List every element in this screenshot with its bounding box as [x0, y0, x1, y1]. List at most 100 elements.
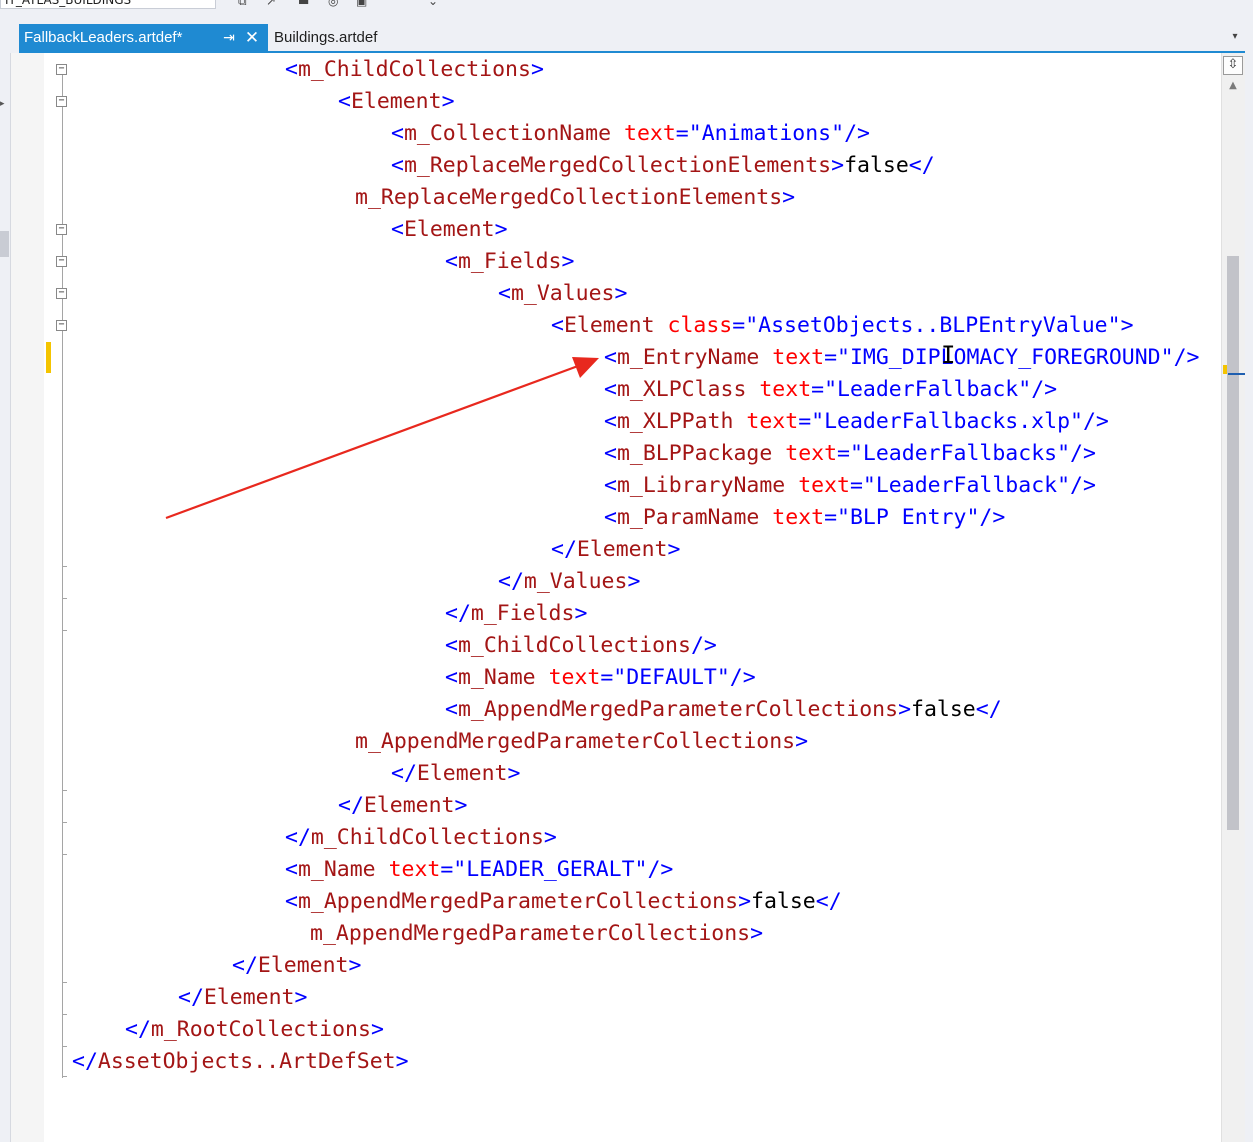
- code-line[interactable]: <m_Name text="DEFAULT"/>: [445, 662, 756, 694]
- code-line[interactable]: </Element>: [391, 758, 520, 790]
- code-line[interactable]: m_ReplaceMergedCollectionElements>: [355, 182, 795, 214]
- code-line[interactable]: <m_AppendMergedParameterCollections>fals…: [445, 694, 1002, 726]
- code-line[interactable]: </Element>: [338, 790, 467, 822]
- code-line[interactable]: <m_XLPPath text="LeaderFallbacks.xlp"/>: [604, 406, 1109, 438]
- save-icon[interactable]: ▬: [298, 0, 312, 7]
- code-token: ">: [1107, 313, 1134, 338]
- code-line[interactable]: <Element>: [391, 214, 508, 246]
- code-token: "/>: [966, 505, 1006, 530]
- code-line[interactable]: </Element>: [232, 950, 361, 982]
- code-token: false: [751, 889, 816, 914]
- code-token: m_ChildCollections: [297, 57, 531, 82]
- outline-end-tick: [62, 854, 67, 855]
- code-line[interactable]: <m_EntryName text="IMG_DIPLOMACY_FOREGRO…: [604, 342, 1199, 374]
- code-token: </: [72, 1049, 98, 1074]
- code-line[interactable]: </Element>: [178, 982, 307, 1014]
- code-token: Element: [363, 793, 455, 818]
- collapse-toggle-icon[interactable]: −: [56, 256, 67, 267]
- code-token: >: [574, 601, 588, 626]
- collapse-toggle-icon[interactable]: −: [56, 96, 67, 107]
- code-token: Element: [403, 217, 495, 242]
- code-token: Element: [576, 537, 668, 562]
- code-token: =": [600, 665, 627, 690]
- code-line[interactable]: <m_ChildCollections>: [285, 54, 544, 86]
- code-line[interactable]: </AssetObjects..ArtDefSet>: [72, 1046, 409, 1078]
- tab-buildings-artdef[interactable]: Buildings.artdef: [269, 24, 434, 51]
- code-line[interactable]: </m_Values>: [498, 566, 640, 598]
- code-token: >: [898, 697, 912, 722]
- code-line[interactable]: <m_ChildCollections/>: [445, 630, 717, 662]
- code-token: "/>: [831, 121, 870, 146]
- code-token: m_Fields: [470, 601, 575, 626]
- scrollbar-change-marker: [1223, 365, 1227, 374]
- unsaved-change-marker: [46, 342, 51, 373]
- code-line[interactable]: <m_BLPPackage text="LeaderFallbacks"/>: [604, 438, 1096, 470]
- code-line[interactable]: <m_Fields>: [445, 246, 574, 278]
- code-token: <: [285, 889, 298, 914]
- code-token: <: [445, 633, 458, 658]
- split-editor-icon[interactable]: ⇳: [1223, 56, 1243, 75]
- left-dock-panel[interactable]: ▸: [0, 53, 11, 1142]
- code-line[interactable]: m_AppendMergedParameterCollections>: [310, 918, 763, 950]
- code-line[interactable]: m_AppendMergedParameterCollections>: [355, 726, 808, 758]
- collapse-toggle-icon[interactable]: −: [56, 320, 67, 331]
- code-line[interactable]: </m_Fields>: [445, 598, 587, 630]
- collapse-toggle-icon[interactable]: −: [56, 288, 67, 299]
- code-token: >: [667, 537, 681, 562]
- code-line[interactable]: <Element class="AssetObjects..BLPEntryVa…: [551, 310, 1134, 342]
- tab-fallbackleaders-artdef[interactable]: FallbackLeaders.artdef* ⇥ ✕: [19, 24, 268, 51]
- code-token: >: [507, 761, 521, 786]
- code-token: text: [772, 505, 825, 530]
- collapse-toggle-icon[interactable]: −: [56, 224, 67, 235]
- solution-explorer-icon[interactable]: ⧉: [238, 0, 252, 7]
- code-token: m_RootCollections: [150, 1017, 371, 1042]
- scroll-up-icon[interactable]: ▲: [1224, 80, 1242, 94]
- code-line[interactable]: <m_XLPClass text="LeaderFallback"/>: [604, 374, 1057, 406]
- code-token: <: [498, 281, 511, 306]
- code-token: <: [285, 857, 298, 882]
- tab-overflow-dropdown-icon[interactable]: ▾: [1228, 30, 1242, 44]
- code-line[interactable]: <Element>: [338, 86, 455, 118]
- code-token: text: [759, 377, 812, 402]
- dock-arrow-icon[interactable]: ▸: [0, 99, 9, 109]
- code-token: AssetObjects..BLPEntryValue: [758, 313, 1108, 338]
- project-combo[interactable]: IT_ATLAS_BUILDINGS: [0, 0, 216, 9]
- outline-end-tick: [62, 598, 67, 599]
- code-line[interactable]: <m_LibraryName text="LeaderFallback"/>: [604, 470, 1096, 502]
- code-line[interactable]: <m_CollectionName text="Animations"/>: [391, 118, 870, 150]
- code-token: Element: [203, 985, 295, 1010]
- scrollbar-thumb[interactable]: [1227, 256, 1239, 830]
- code-token: <: [604, 377, 617, 402]
- arrow-icon[interactable]: ↗: [266, 0, 280, 7]
- code-line[interactable]: </m_RootCollections>: [125, 1014, 384, 1046]
- code-token: >: [561, 249, 575, 274]
- dropdown-icon[interactable]: ⌄: [428, 0, 442, 7]
- dock-selection-marker: [0, 231, 9, 257]
- code-line[interactable]: </Element>: [551, 534, 680, 566]
- close-icon[interactable]: ✕: [243, 24, 261, 51]
- code-line[interactable]: <m_AppendMergedParameterCollections>fals…: [285, 886, 842, 918]
- code-line[interactable]: <m_ReplaceMergedCollectionElements>false…: [391, 150, 935, 182]
- code-token: Element: [416, 761, 508, 786]
- code-token: <: [604, 441, 617, 466]
- code-token: LeaderFallbacks.xlp: [824, 409, 1071, 434]
- code-token: <: [338, 89, 351, 114]
- code-line[interactable]: </m_ChildCollections>: [285, 822, 557, 854]
- code-token: >: [831, 153, 845, 178]
- pin-icon[interactable]: ⇥: [221, 24, 237, 51]
- code-token: m_XLPPath: [616, 409, 734, 434]
- collapse-toggle-icon[interactable]: −: [56, 64, 67, 75]
- code-token: m_BLPPackage: [616, 441, 773, 466]
- code-token: m_LibraryName: [616, 473, 786, 498]
- code-line[interactable]: <m_Name text="LEADER_GERALT"/>: [285, 854, 673, 886]
- code-token: <: [551, 313, 564, 338]
- code-line[interactable]: <m_Values>: [498, 278, 627, 310]
- refresh-icon[interactable]: ◎: [328, 0, 342, 7]
- code-token: m_ChildCollections: [310, 825, 544, 850]
- code-token: =": [732, 313, 759, 338]
- code-line[interactable]: <m_ParamName text="BLP Entry"/>: [604, 502, 1005, 534]
- code-token: LeaderFallback: [875, 473, 1058, 498]
- outline-end-tick: [62, 982, 67, 983]
- collapse-icon[interactable]: ▣: [356, 0, 370, 7]
